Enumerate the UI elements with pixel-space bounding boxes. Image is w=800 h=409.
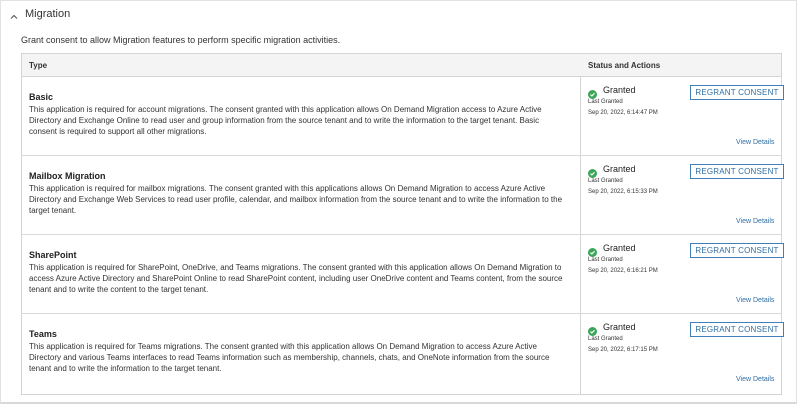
table-row: SharePoint This application is required …: [22, 235, 784, 314]
table-header: Type Status and Actions: [22, 54, 781, 77]
row-title: Teams: [29, 329, 57, 339]
column-header-type: Type: [29, 61, 48, 70]
regrant-consent-button[interactable]: REGRANT CONSENT: [690, 85, 784, 100]
status-badge: Granted: [588, 243, 636, 257]
view-details-link[interactable]: View Details: [736, 218, 774, 225]
last-granted-date: Sep 20, 2022, 6:14:47 PM: [588, 110, 658, 116]
status-badge: Granted: [588, 322, 636, 336]
check-circle-icon: [588, 86, 597, 99]
row-description: This application is required for account…: [29, 105, 542, 136]
consent-table: Type Status and Actions Basic This appli…: [21, 53, 784, 395]
chevron-up-icon[interactable]: [9, 9, 19, 19]
regrant-consent-button[interactable]: REGRANT CONSENT: [690, 243, 784, 258]
last-granted-date: Sep 20, 2022, 6:16:21 PM: [588, 268, 658, 274]
last-granted-label: Last Granted: [588, 336, 623, 342]
status-text: Granted: [603, 243, 636, 253]
status-text: Granted: [603, 164, 636, 174]
row-title: SharePoint: [29, 250, 77, 260]
status-badge: Granted: [588, 85, 636, 99]
table-row: Mailbox Migration This application is re…: [22, 156, 784, 235]
last-granted-label: Last Granted: [588, 99, 623, 105]
section-description: Grant consent to allow Migration feature…: [21, 35, 341, 45]
status-badge: Granted: [588, 164, 636, 178]
row-description: This application is required for SharePo…: [29, 263, 563, 294]
row-description: This application is required for mailbox…: [29, 184, 563, 215]
check-circle-icon: [588, 323, 597, 336]
view-details-link[interactable]: View Details: [736, 297, 774, 304]
migration-section-toggle[interactable]: Migration: [9, 6, 70, 22]
check-circle-icon: [588, 165, 597, 178]
row-title: Basic: [29, 92, 54, 102]
view-details-link[interactable]: View Details: [736, 139, 774, 146]
regrant-consent-button[interactable]: REGRANT CONSENT: [690, 322, 784, 337]
last-granted-label: Last Granted: [588, 257, 623, 263]
regrant-consent-button[interactable]: REGRANT CONSENT: [690, 164, 784, 179]
check-circle-icon: [588, 244, 597, 257]
view-details-link[interactable]: View Details: [736, 376, 774, 383]
table-row: Teams This application is required for T…: [22, 314, 784, 393]
migration-section: Migration Grant consent to allow Migrati…: [0, 0, 797, 404]
row-title: Mailbox Migration: [29, 171, 106, 181]
column-header-status: Status and Actions: [588, 61, 661, 70]
row-description: This application is required for Teams m…: [29, 342, 550, 373]
last-granted-label: Last Granted: [588, 178, 623, 184]
last-granted-date: Sep 20, 2022, 6:15:33 PM: [588, 189, 658, 195]
last-granted-date: Sep 20, 2022, 6:17:15 PM: [588, 347, 658, 353]
status-text: Granted: [603, 85, 636, 95]
status-text: Granted: [603, 322, 636, 332]
table-row: Basic This application is required for a…: [22, 77, 784, 156]
section-title: Migration: [25, 8, 71, 20]
